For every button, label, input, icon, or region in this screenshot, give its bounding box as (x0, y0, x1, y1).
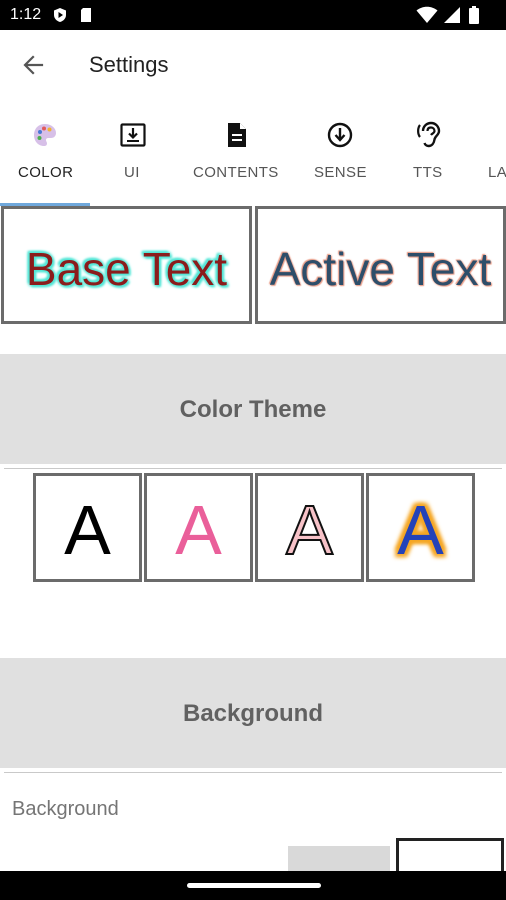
tab-label-la: LA (488, 164, 506, 181)
tab-contents[interactable]: CONTENTS (186, 104, 290, 204)
status-time: 1:12 (10, 6, 42, 23)
tab-color[interactable]: COLOR (0, 104, 90, 204)
tab-label-tts: TTS (413, 164, 443, 181)
tab-label-sense: SENSE (314, 164, 367, 181)
page-title: Settings (89, 52, 169, 77)
theme-option-pink[interactable]: A (144, 473, 253, 582)
background-title: Background (182, 700, 323, 727)
divider (4, 468, 502, 469)
tab-sense[interactable]: SENSE (304, 104, 376, 204)
color-theme-header: Color Theme (0, 354, 506, 464)
ear-icon (417, 121, 441, 148)
theme-option-light-pink-outline[interactable]: A (255, 473, 364, 582)
document-icon (228, 123, 246, 147)
active-text-preview[interactable]: Active Text (255, 206, 506, 324)
navigation-bar (0, 871, 506, 900)
arrow-circle-down-icon (327, 122, 353, 148)
theme-option-black[interactable]: A (33, 473, 142, 582)
theme-option-blue-orange[interactable]: A (366, 473, 475, 582)
background-header: Background (0, 658, 506, 768)
theme-letter: A (397, 491, 444, 569)
tab-label-contents: CONTENTS (193, 164, 279, 181)
background-label: Background (12, 798, 119, 820)
active-text-label: Active Text (269, 243, 492, 295)
app-bar: Settings (0, 30, 506, 100)
divider (4, 772, 502, 773)
signal-icon (444, 7, 460, 23)
base-text-preview[interactable]: Base Text (1, 206, 252, 324)
theme-letter: A (64, 491, 111, 569)
theme-letter: A (285, 490, 334, 570)
color-theme-title: Color Theme (179, 396, 327, 423)
tab-la[interactable]: LA (478, 104, 506, 204)
home-gesture-handle[interactable] (187, 883, 321, 888)
download-box-icon (120, 123, 146, 147)
sd-card-icon (81, 8, 91, 22)
status-bar: 1:12 (0, 0, 506, 30)
tab-label-color: COLOR (18, 164, 74, 181)
wifi-icon (416, 6, 438, 23)
theme-letter: A (175, 491, 222, 569)
tab-ui[interactable]: UI (100, 104, 166, 204)
tab-bar: COLOR UI CONTENTS SENSE TTS LA (0, 104, 506, 208)
play-protect-icon (54, 8, 66, 22)
base-text-label: Base Text (25, 243, 228, 295)
palette-icon (34, 124, 56, 146)
arrow-back-icon[interactable] (16, 50, 52, 80)
battery-icon (469, 6, 479, 24)
tab-tts[interactable]: TTS (396, 104, 462, 204)
tab-label-ui: UI (124, 164, 140, 181)
